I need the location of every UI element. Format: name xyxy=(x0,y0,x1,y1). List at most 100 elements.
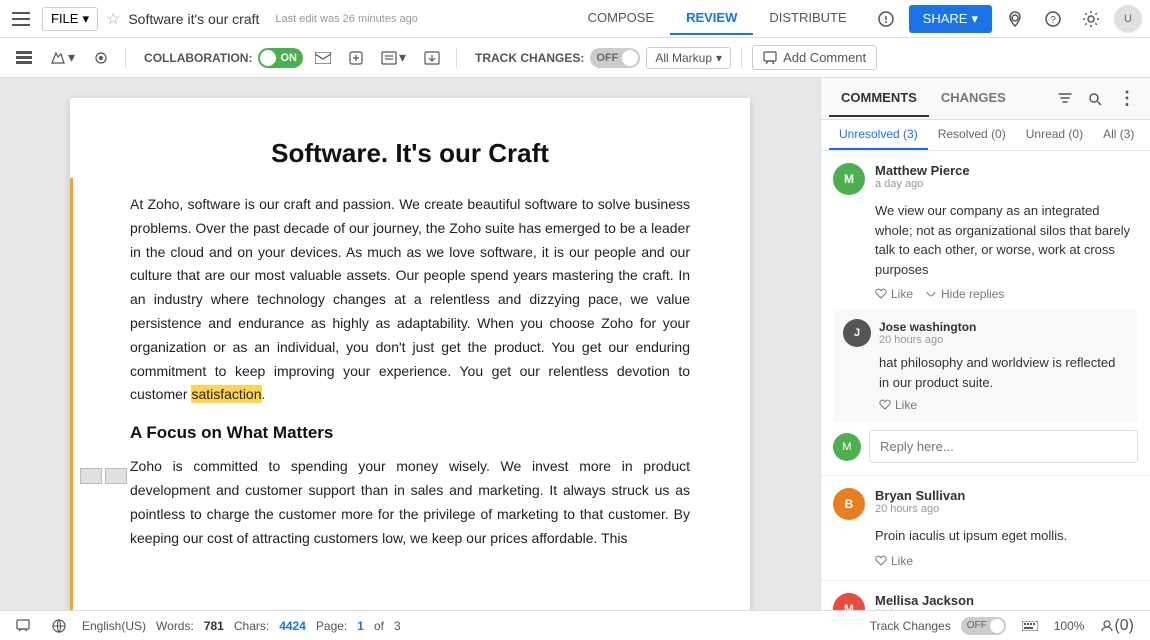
page-total: 3 xyxy=(394,619,401,633)
comment-time-2: 20 hours ago xyxy=(875,503,1138,515)
filter-unresolved[interactable]: Unresolved (3) xyxy=(829,120,928,150)
filter-unread[interactable]: Unread (0) xyxy=(1016,120,1093,150)
track-changes-toggle[interactable]: OFF xyxy=(590,48,640,68)
comment-thread-1: M Matthew Pierce a day ago We view our c… xyxy=(821,151,1150,476)
filter-button[interactable] xyxy=(1052,84,1078,113)
notification-button[interactable] xyxy=(871,6,901,32)
page-label: Page: xyxy=(316,619,347,633)
highlighted-word: satisfaction xyxy=(191,385,261,403)
hide-replies-button-1[interactable]: Hide replies xyxy=(925,287,1004,301)
comment-avatar-3: M xyxy=(833,593,865,611)
reply-container-1: J Jose washington 20 hours ago hat philo… xyxy=(833,309,1138,422)
top-nav-tabs: COMPOSE REVIEW DISTRIBUTE xyxy=(572,2,863,35)
tab-distribute[interactable]: DISTRIBUTE xyxy=(753,2,862,35)
reply-header-1: J Jose washington 20 hours ago xyxy=(843,319,1128,347)
doc-heading-1: Software. It's our Craft xyxy=(130,138,690,169)
filter-all[interactable]: All (3) xyxy=(1093,120,1144,150)
page-of: of xyxy=(374,619,384,633)
like-button-1[interactable]: Like xyxy=(875,287,913,301)
comment-header-3: M Mellisa Jackson 20 hours ago xyxy=(833,593,1138,611)
comment-thread-2: B Bryan Sullivan 20 hours ago Proin iacu… xyxy=(821,476,1150,581)
thumb-1 xyxy=(80,468,102,484)
tab-compose[interactable]: COMPOSE xyxy=(572,2,670,35)
comment-meta-3: Mellisa Jackson 20 hours ago xyxy=(875,593,1138,611)
user-avatar[interactable]: U xyxy=(1114,5,1142,33)
collab-option-button[interactable] xyxy=(343,47,369,69)
doc-paragraph-2: Zoho is committed to spending your money… xyxy=(130,455,690,550)
view-mode-button[interactable] xyxy=(10,47,38,69)
add-comment-button[interactable]: Add Comment xyxy=(752,45,877,70)
comment-time-1: a day ago xyxy=(875,178,1138,190)
document-page: Software. It's our Craft At Zoho, softwa… xyxy=(70,98,750,610)
comment-body-2: Proin iaculis ut ipsum eget mollis. xyxy=(833,526,1138,546)
keyboard-button[interactable] xyxy=(1016,617,1044,635)
words-label: Words: xyxy=(156,619,194,633)
last-edit-text: Last edit was 26 minutes ago xyxy=(275,13,417,25)
collaboration-toggle[interactable]: ON xyxy=(258,48,303,68)
location-button[interactable] xyxy=(1000,6,1030,32)
reply-meta-1: Jose washington 20 hours ago xyxy=(879,320,1128,346)
comment-header-2: B Bryan Sullivan 20 hours ago xyxy=(833,488,1138,520)
reply-actions-1: Like xyxy=(843,398,1128,412)
reply-body-1: hat philosophy and worldview is reflecte… xyxy=(843,353,1128,392)
email-button[interactable] xyxy=(309,48,337,68)
doc-heading-2: A Focus on What Matters xyxy=(130,423,690,443)
top-bar: FILE ▾ ☆ Software it's our craft Last ed… xyxy=(0,0,1150,38)
page-thumbnails xyxy=(80,468,127,484)
separator-3 xyxy=(741,48,742,68)
filter-resolved[interactable]: Resolved (0) xyxy=(928,120,1016,150)
tab-comments[interactable]: COMMENTS xyxy=(829,80,929,117)
comment-mode-button[interactable] xyxy=(87,47,115,69)
hamburger-button[interactable] xyxy=(8,8,34,30)
comment-actions-2: Like xyxy=(833,554,1138,568)
collab-label: COLLABORATION: xyxy=(144,51,252,65)
more-options-button[interactable]: ⋮ xyxy=(1112,84,1142,113)
track-changes-label: TRACK CHANGES: xyxy=(475,51,584,65)
reply-author-1: Jose washington xyxy=(879,320,1128,334)
help-button[interactable]: ? xyxy=(1038,6,1068,32)
comment-author-1: Matthew Pierce xyxy=(875,163,1138,178)
toggle-knob xyxy=(260,50,276,66)
document-title: Software it's our craft xyxy=(128,11,259,27)
status-toggle-knob xyxy=(990,619,1004,633)
toolbar: ▾ COLLABORATION: ON ▾ TRACK CHANGES: OFF… xyxy=(0,38,1150,78)
comment-status-button[interactable] xyxy=(10,615,36,637)
comment-meta-1: Matthew Pierce a day ago xyxy=(875,163,1138,190)
star-button[interactable]: ☆ xyxy=(106,9,120,29)
comments-tabs-header: COMMENTS CHANGES ⋮ xyxy=(821,78,1150,120)
tab-review[interactable]: REVIEW xyxy=(670,2,753,35)
comment-author-3: Mellisa Jackson xyxy=(875,593,1138,608)
comments-tab-actions: ⋮ xyxy=(1052,84,1142,113)
comment-author-2: Bryan Sullivan xyxy=(875,488,1138,503)
language-label: English(US) xyxy=(82,619,146,633)
markup-dropdown[interactable]: All Markup ▾ xyxy=(646,47,731,69)
search-button[interactable] xyxy=(1082,84,1108,113)
comment-header-1: M Matthew Pierce a day ago xyxy=(833,163,1138,195)
reply-input-avatar-1: M xyxy=(833,433,861,461)
file-menu-button[interactable]: FILE ▾ xyxy=(42,7,98,31)
format-button[interactable]: ▾ xyxy=(375,45,412,70)
separator-2 xyxy=(456,48,457,68)
comments-filter-tabs: Unresolved (3) Resolved (0) Unread (0) A… xyxy=(821,120,1150,151)
zoom-level: 100% xyxy=(1054,619,1085,633)
comments-sidebar: COMMENTS CHANGES ⋮ Unresolved (3) Resolv… xyxy=(820,78,1150,610)
share-button[interactable]: SHARE ▾ xyxy=(909,5,992,33)
reply-input-1[interactable] xyxy=(869,430,1138,463)
main-area: Software. It's our Craft At Zoho, softwa… xyxy=(0,78,1150,610)
reply-input-row-1: M xyxy=(833,430,1138,463)
chars-label: Chars: xyxy=(234,619,269,633)
edit-mode-button[interactable]: ▾ xyxy=(44,45,81,70)
track-changes-status-label: Track Changes xyxy=(870,619,951,633)
settings-button[interactable] xyxy=(1076,6,1106,32)
like-button-reply-1[interactable]: Like xyxy=(879,398,917,412)
toggle-on-text: ON xyxy=(280,52,297,64)
track-changes-status-toggle[interactable]: OFF xyxy=(961,617,1006,635)
comments-count-button[interactable]: (0) xyxy=(1094,613,1140,639)
like-button-2[interactable]: Like xyxy=(875,554,913,568)
export-button[interactable] xyxy=(418,47,446,69)
language-button[interactable] xyxy=(46,615,72,637)
track-toggle-knob xyxy=(622,50,638,66)
tab-changes[interactable]: CHANGES xyxy=(929,80,1018,117)
status-bar: English(US) Words: 781 Chars: 4424 Page:… xyxy=(0,610,1150,640)
comments-list: M Matthew Pierce a day ago We view our c… xyxy=(821,151,1150,610)
